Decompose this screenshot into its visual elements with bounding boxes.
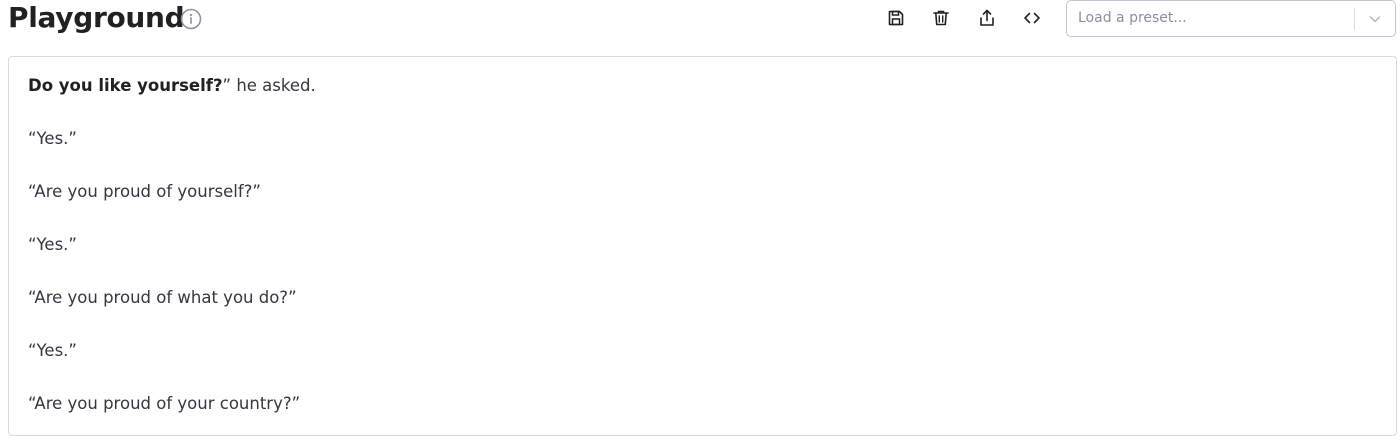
editor-line: “Yes.” xyxy=(28,341,77,360)
trash-icon xyxy=(933,10,949,26)
delete-button[interactable] xyxy=(929,6,953,30)
save-button[interactable] xyxy=(884,6,908,30)
share-button[interactable] xyxy=(975,6,999,30)
page-title: Playground xyxy=(8,1,185,34)
code-icon xyxy=(1024,12,1040,24)
editor-line: “Yes.” xyxy=(28,129,77,148)
editor-line: “Yes.” xyxy=(28,235,77,254)
editor-bold-text: Do you like yourself? xyxy=(28,76,223,95)
prompt-editor[interactable]: Do you like yourself?” he asked. “Yes.” … xyxy=(8,56,1397,436)
editor-line: “Are you proud of yourself?” xyxy=(28,182,261,201)
header: Playground Load a preset... xyxy=(0,0,1400,46)
preset-placeholder: Load a preset... xyxy=(1078,10,1187,26)
chevron-down-icon[interactable] xyxy=(1367,11,1383,27)
share-icon xyxy=(980,9,994,26)
editor-text: ” he asked. xyxy=(222,76,316,95)
preset-divider xyxy=(1354,8,1355,30)
view-code-button[interactable] xyxy=(1020,6,1044,30)
editor-line: “Are you proud of your country?” xyxy=(28,394,301,413)
editor-line: Do you like yourself?” he asked. xyxy=(28,75,1377,97)
preset-select[interactable]: Load a preset... xyxy=(1066,0,1396,37)
info-icon[interactable] xyxy=(180,8,202,30)
editor-line: “Are you proud of what you do?” xyxy=(28,288,297,307)
save-icon xyxy=(888,10,904,26)
